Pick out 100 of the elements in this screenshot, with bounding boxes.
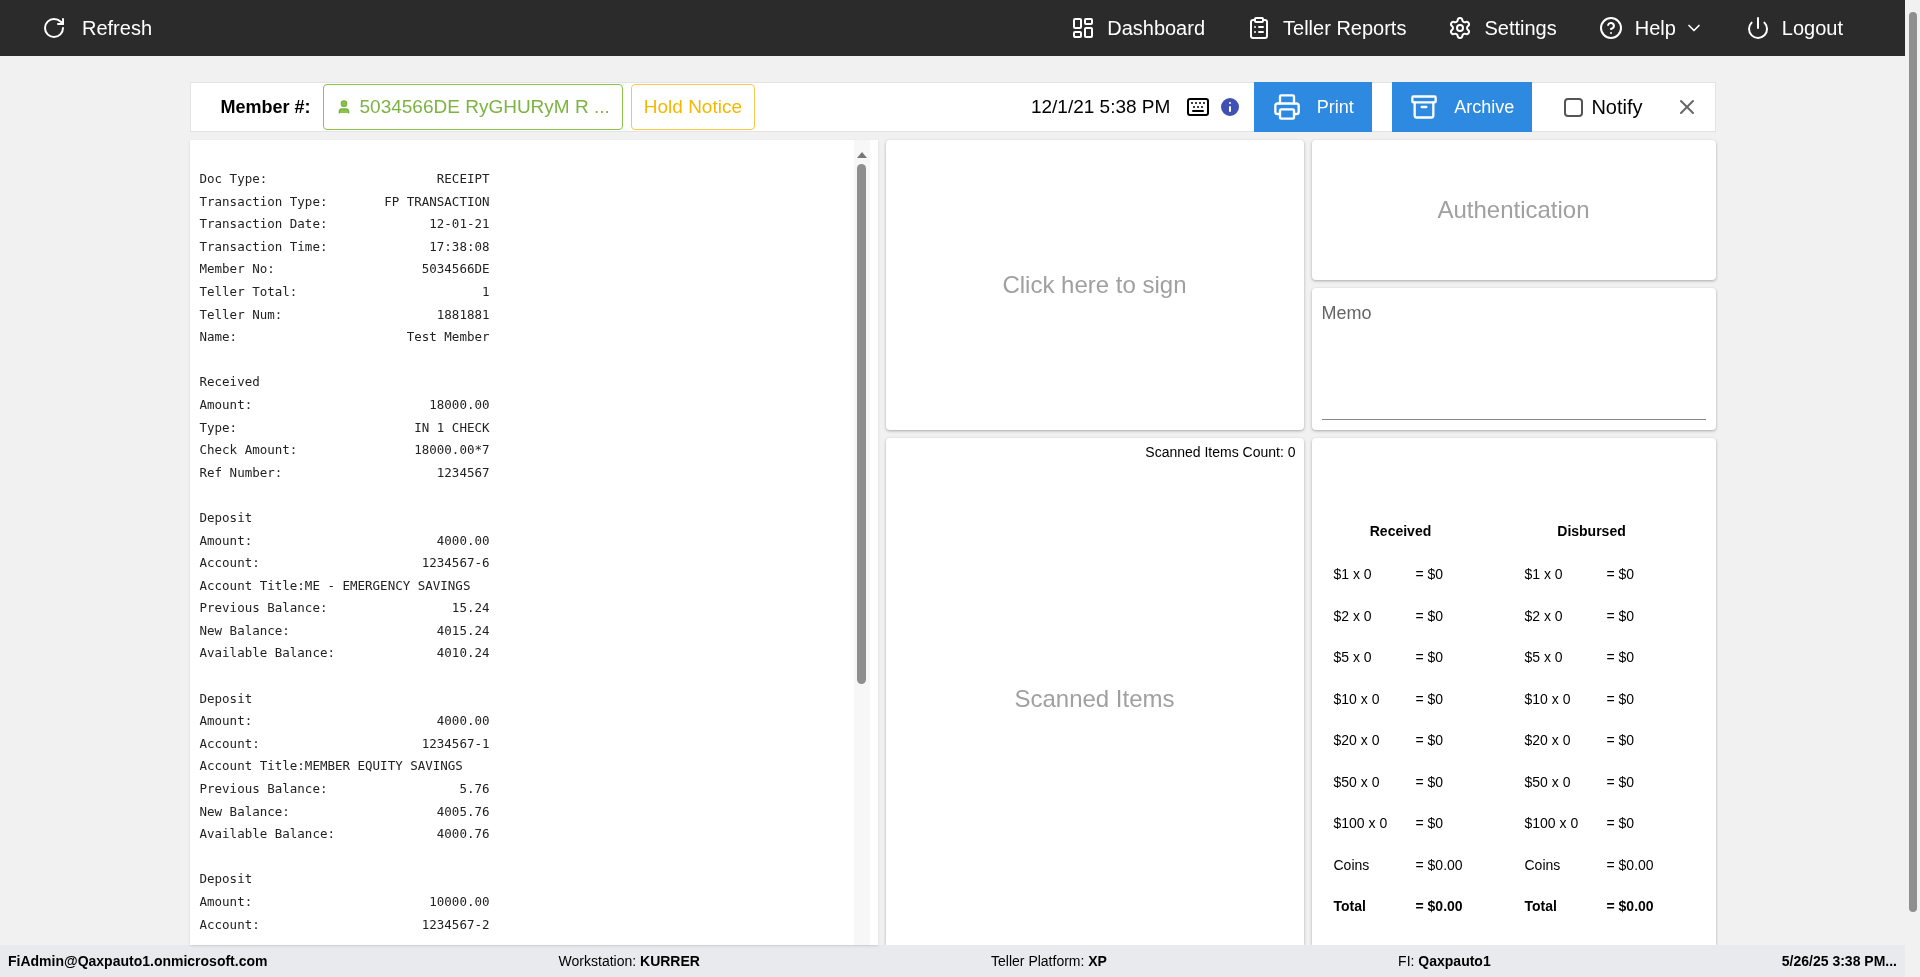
scrollbar-thumb[interactable] (857, 164, 866, 684)
receipt-value: 4000.00 (436, 712, 490, 731)
power-icon (1745, 16, 1770, 40)
nav-item[interactable]: Settings (1448, 13, 1557, 43)
amount: = $0 (1606, 648, 1635, 668)
refresh-icon (42, 16, 66, 40)
amount: = $0 (1606, 689, 1635, 709)
receipt-label: Previous Balance: (199, 599, 328, 618)
refresh-button[interactable]: Refresh (42, 13, 153, 43)
amount: = $0.00 (1415, 897, 1463, 917)
denomination: $10 x 0 (1524, 689, 1572, 709)
receipt-label: New Balance: (199, 802, 290, 821)
denomination: $20 x 0 (1524, 731, 1572, 751)
receipt-value: 15.24 (451, 599, 490, 618)
amount: = $0 (1606, 606, 1635, 626)
denomination: Total (1333, 897, 1367, 917)
receipt-value: 5034566DE (421, 260, 490, 279)
receipt-line: Account Title:MEMBER EQUITY SAVINGS (199, 757, 464, 776)
receipt-line: Deposit (199, 508, 254, 527)
receipt-line: Account Title:ME - EMERGENCY SAVINGS (199, 576, 472, 595)
amount: = $0 (1415, 565, 1444, 585)
archive-icon (1410, 93, 1439, 121)
denomination: $100 x 0 (1333, 814, 1389, 834)
status-item: Teller Platform: XP (991, 951, 1107, 971)
receipt-line: Deposit (199, 689, 254, 708)
receipt-label: Member No: (199, 260, 275, 279)
amount: = $0 (1415, 648, 1444, 668)
notify-label: Notify (1591, 95, 1643, 120)
nav-item[interactable]: Help (1598, 13, 1704, 43)
denomination: $20 x 0 (1333, 731, 1381, 751)
receipt-label: Account: (199, 554, 260, 573)
receipt-value: 10000.00 (429, 893, 490, 911)
receipt-label: Ref Number: (199, 463, 283, 482)
receipt-label: Doc Type: (199, 170, 268, 188)
receipt-value: 4000.76 (436, 825, 490, 844)
receipt-label: Amount: (199, 712, 253, 731)
amount: = $0 (1606, 731, 1635, 751)
receipt-value: 5.76 (459, 780, 490, 799)
status-item: Workstation: KURRER (558, 951, 700, 971)
receipt-value: 1234567-2 (421, 915, 490, 934)
receipt-value: RECEIPT (436, 170, 490, 188)
receipt-value: 12-01-21 (429, 215, 490, 234)
keyboard-icon[interactable] (1186, 95, 1211, 119)
receipt-label: Transaction Time: (199, 237, 328, 256)
dashboard-icon (1071, 16, 1096, 40)
page-scrollbar-thumb[interactable] (1908, 12, 1917, 912)
member-label: Member #: (220, 95, 311, 119)
print-button[interactable]: Print (1254, 82, 1373, 132)
receipt-label: Amount: (199, 531, 253, 550)
receipt-label: Account: (199, 734, 260, 753)
column-heading: Disbursed (1557, 523, 1626, 539)
receipt-value: IN 1 CHECK (414, 418, 490, 437)
nav-item[interactable]: Teller Reports (1247, 13, 1407, 43)
amount: = $0 (1415, 731, 1444, 751)
column-heading: Received (1369, 523, 1432, 539)
receipt-value: 4010.24 (436, 644, 490, 663)
memo-field[interactable]: Memo (1311, 288, 1716, 430)
receipt-label: Transaction Date: (199, 215, 328, 234)
amount: = $0 (1606, 565, 1635, 585)
receipt-label: Type: (199, 418, 238, 437)
denomination: $2 x 0 (1333, 606, 1373, 626)
receipt-value: 18000.00 (429, 395, 490, 414)
denomination: $5 x 0 (1524, 648, 1564, 668)
archive-button[interactable]: Archive (1392, 82, 1533, 132)
scrollbar[interactable] (853, 140, 870, 945)
receipt-value: 4005.76 (436, 802, 490, 821)
receipt-line: Deposit (199, 870, 254, 889)
status-item: FiAdmin@Qaxpauto1.onmicrosoft.com (8, 951, 268, 971)
receipt-label: Amount: (199, 395, 253, 414)
denomination: Total (1524, 897, 1558, 917)
receipt-label: Available Balance: (199, 644, 335, 663)
receipt-value: 18000.00*7 (414, 441, 490, 460)
denomination: $50 x 0 (1524, 772, 1572, 792)
nav-item[interactable]: Dashboard (1071, 13, 1206, 43)
denomination: Coins (1524, 855, 1562, 875)
amount: = $0.00 (1606, 855, 1654, 875)
amount: = $0 (1606, 772, 1635, 792)
receipt-value: Test Member (406, 328, 490, 347)
help-icon (1598, 16, 1623, 40)
receipt-label: Transaction Type: (199, 192, 328, 211)
receipt-label: Previous Balance: (199, 780, 328, 799)
receipt-value: 1881881 (436, 305, 490, 324)
receipt-value: 1 (481, 282, 490, 301)
receipt-label: Available Balance: (199, 825, 335, 844)
receipt-label: Check Amount: (199, 441, 298, 460)
amount: = $0.00 (1415, 855, 1463, 875)
denomination: $50 x 0 (1333, 772, 1381, 792)
receipt-label: Amount: (199, 893, 253, 911)
date-time: 12/1/21 5:38 PM (1030, 94, 1171, 119)
nav-item[interactable]: Logout (1745, 13, 1843, 43)
scroll-up-icon[interactable] (856, 152, 867, 158)
amount: = $0 (1415, 689, 1444, 709)
receipt-value: 4015.24 (436, 621, 490, 640)
notify-checkbox[interactable] (1564, 97, 1584, 117)
receipt-value: 4000.00 (436, 531, 490, 550)
receipt-value: 1234567-1 (421, 734, 490, 753)
receipt-value: 17:38:08 (429, 237, 490, 256)
receipt-label: Teller Num: (199, 305, 283, 324)
denomination: $5 x 0 (1333, 648, 1373, 668)
receipt-label: Account: (199, 915, 260, 934)
